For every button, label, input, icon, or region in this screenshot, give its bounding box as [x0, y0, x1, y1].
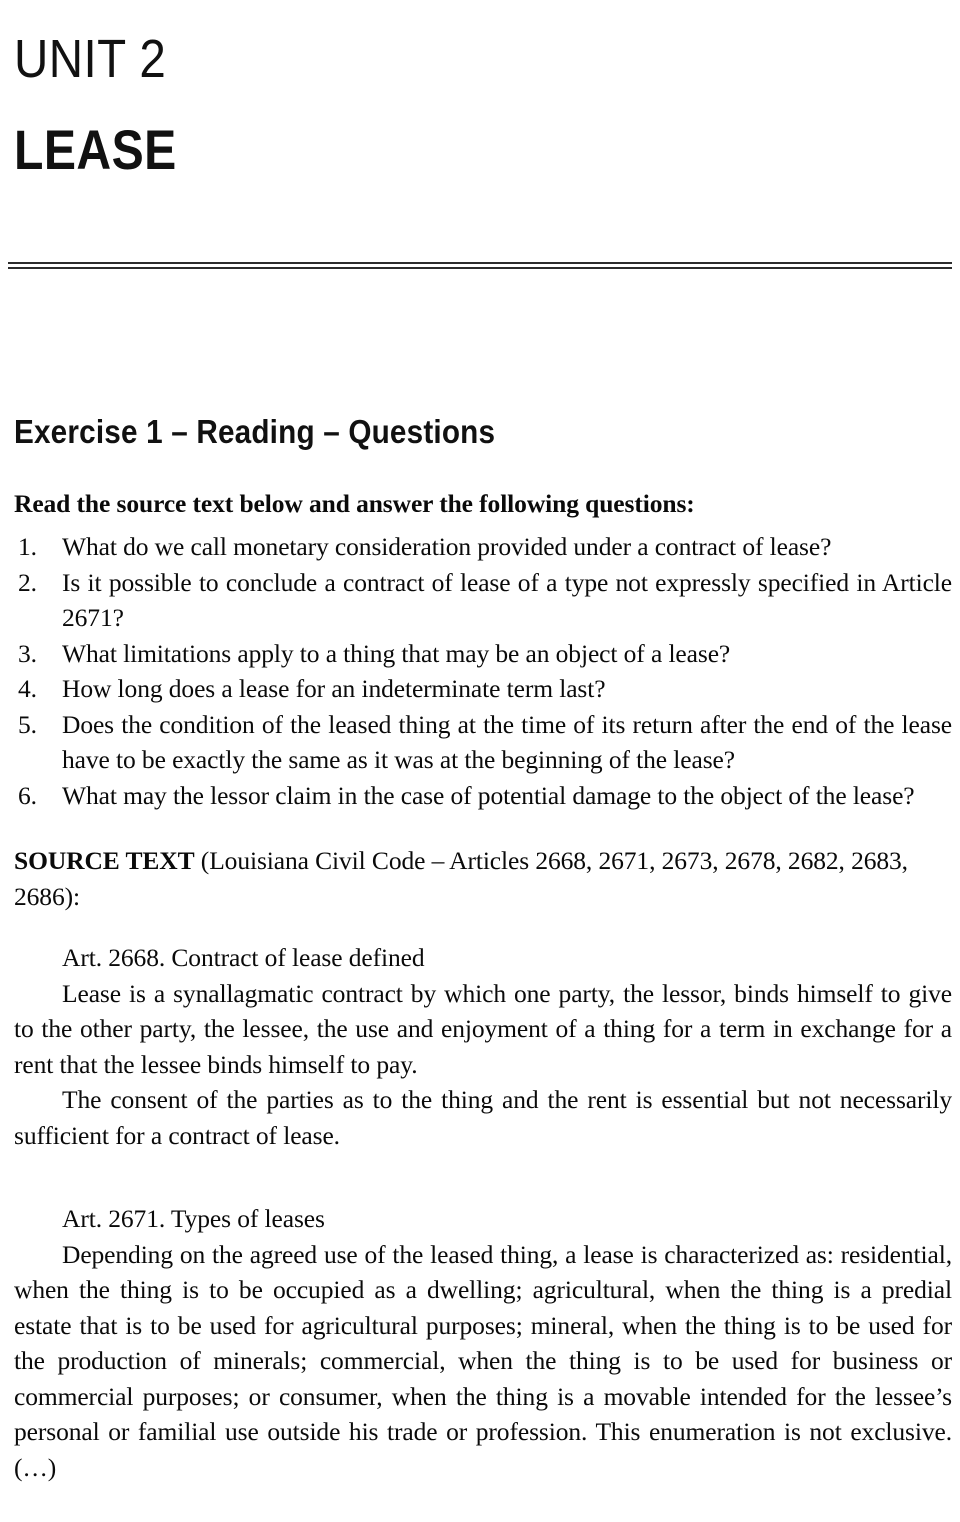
source-text-heading: SOURCE TEXT (Louisiana Civil Code – Arti…	[14, 843, 952, 914]
question-item: 4. How long does a lease for an indeterm…	[14, 671, 952, 707]
question-text: What limitations apply to a thing that m…	[62, 638, 731, 668]
question-item: 5. Does the condition of the leased thin…	[14, 707, 952, 778]
article-paragraph: The consent of the parties as to the thi…	[14, 1085, 952, 1150]
question-item: 6. What may the lessor claim in the case…	[14, 778, 952, 814]
question-text: Does the condition of the leased thing a…	[62, 709, 952, 775]
exercise-heading: Exercise 1 – Reading – Questions	[14, 413, 496, 450]
question-item: 2. Is it possible to conclude a contract…	[14, 565, 952, 636]
source-text-label: SOURCE TEXT	[14, 846, 195, 875]
question-number: 2.	[18, 567, 37, 597]
question-number: 3.	[18, 638, 37, 668]
question-number: 1.	[18, 532, 37, 561]
article-paragraph: Depending on the agreed use of the lease…	[14, 1239, 952, 1482]
rule-line-bottom	[8, 267, 952, 269]
document-content: Read the source text below and answer th…	[14, 486, 952, 1485]
question-item: 1. What do we call monetary consideratio…	[14, 529, 952, 565]
article-paragraph: Lease is a synallagmatic contract by whi…	[14, 978, 952, 1079]
question-item: 3. What limitations apply to a thing tha…	[14, 636, 952, 672]
question-text: Is it possible to conclude a contract of…	[62, 567, 952, 633]
document-page: UNIT 2 LEASE Exercise 1 – Reading – Ques…	[0, 0, 960, 1522]
question-number: 5.	[18, 709, 37, 739]
question-number: 6.	[18, 780, 37, 810]
double-horizontal-rule	[8, 262, 952, 270]
article-title: Art. 2668. Contract of lease defined	[62, 943, 425, 972]
unit-title-block: UNIT 2 LEASE	[14, 30, 944, 180]
article-block-2668: Art. 2668. Contract of lease defined Lea…	[14, 940, 952, 1153]
question-text: What do we call monetary consideration p…	[62, 532, 832, 561]
question-text: How long does a lease for an indetermina…	[62, 674, 606, 703]
unit-number: UNIT 2	[14, 29, 167, 89]
unit-name: LEASE	[14, 118, 177, 181]
instruction-line: Read the source text below and answer th…	[14, 489, 695, 518]
question-list: 1. What do we call monetary consideratio…	[14, 529, 952, 813]
question-number: 4.	[18, 674, 37, 703]
question-text: What may the lessor claim in the case of…	[62, 780, 915, 810]
article-title: Art. 2671. Types of leases	[62, 1204, 325, 1233]
article-block-2671: Art. 2671. Types of leases Depending on …	[14, 1201, 952, 1485]
